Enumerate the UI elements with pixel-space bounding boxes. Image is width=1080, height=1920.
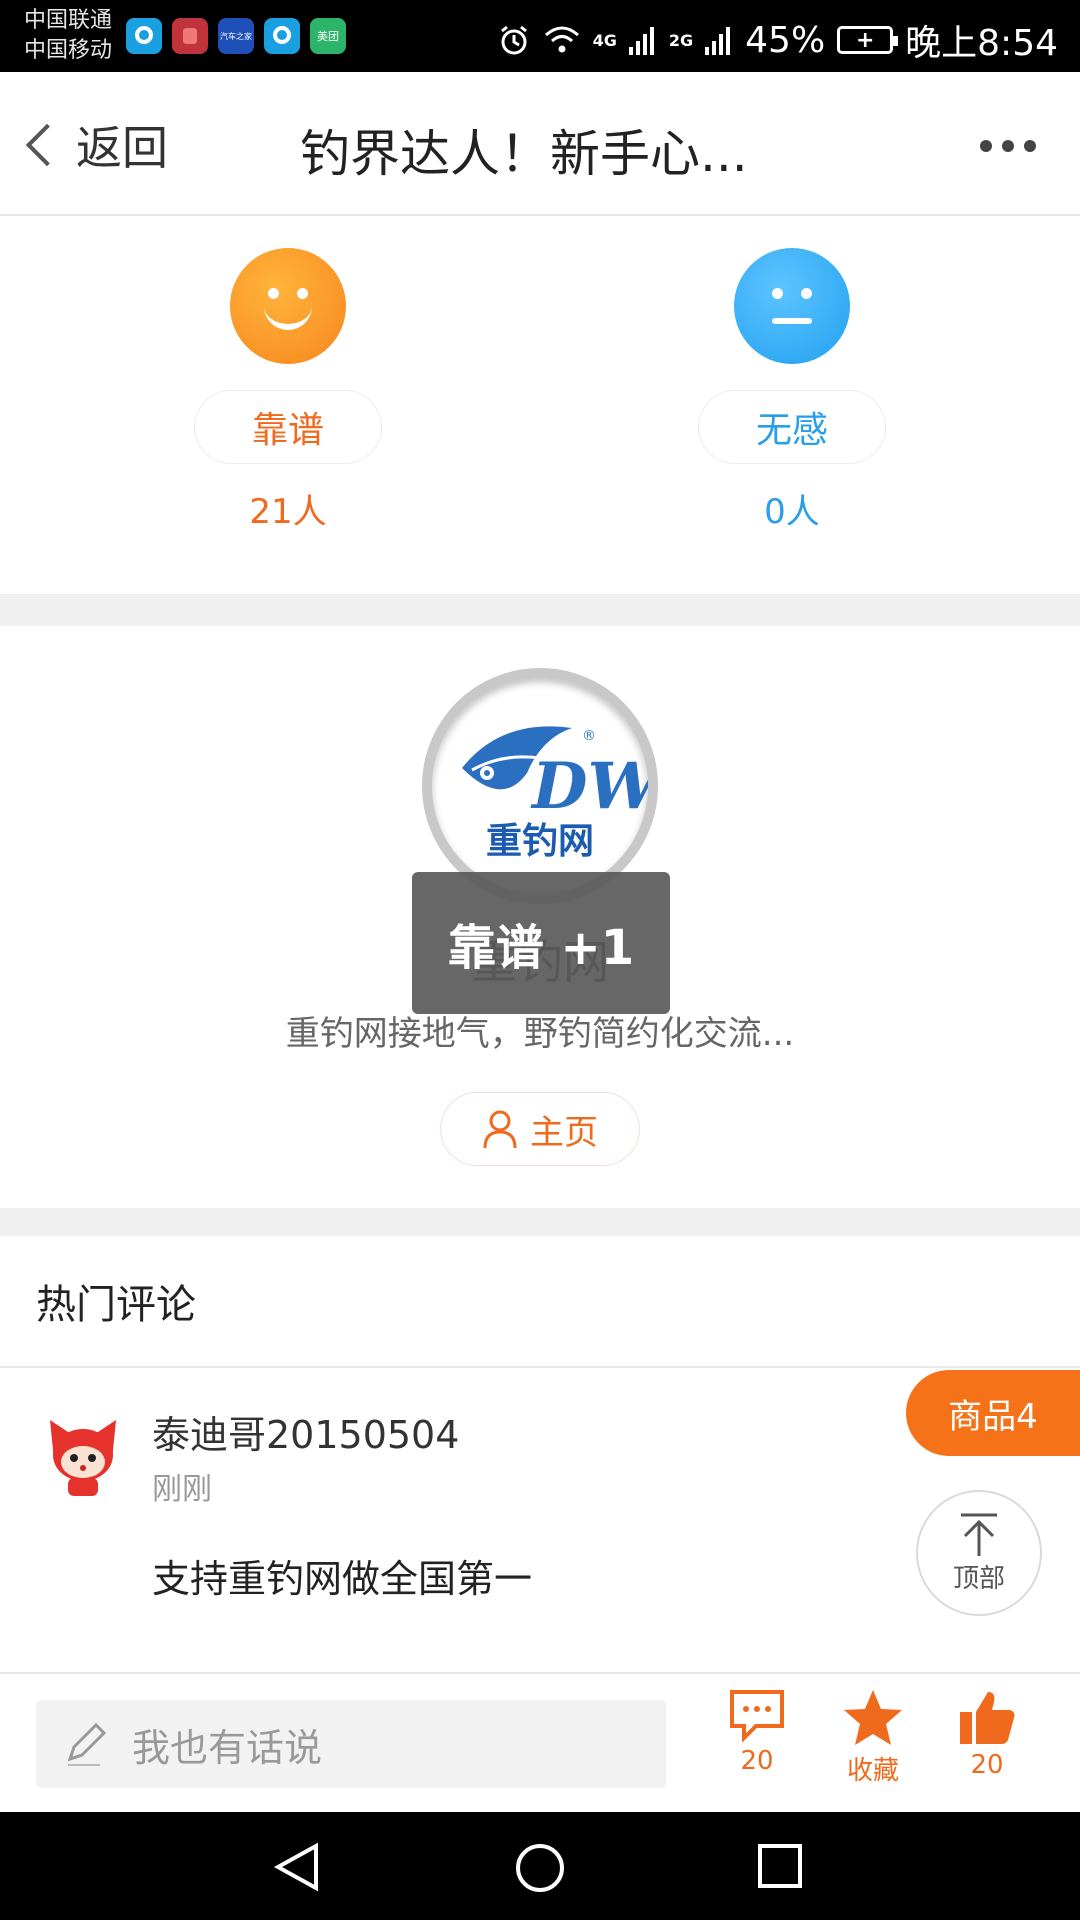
notification-icons: 汽车之家 美团: [126, 18, 346, 54]
neutral-rating-count: 0人: [764, 492, 820, 532]
alarm-icon: [500, 25, 527, 55]
section-divider-2: [0, 1208, 1080, 1236]
like-count: 20: [970, 1750, 1004, 1780]
qq-icon: [126, 18, 162, 54]
signal-1-icon: [628, 27, 654, 55]
wifi-icon: [544, 26, 579, 53]
comments-action[interactable]: 20: [712, 1688, 802, 1776]
neutral-rating-button[interactable]: 无感: [698, 390, 886, 464]
clock: 晚上8:54: [905, 23, 1058, 64]
comment-icon: [730, 1690, 784, 1742]
user-icon: [483, 1110, 517, 1149]
nav-home-icon[interactable]: [514, 1842, 566, 1894]
autohome-icon-label: 汽车之家: [220, 31, 252, 41]
neutral-face-icon[interactable]: [734, 248, 850, 364]
battery-percent: 45%: [745, 19, 826, 61]
comment-text: 支持重钓网做全国第一: [152, 1557, 533, 1601]
back-to-top-label: 顶部: [952, 1563, 1005, 1594]
comment-time: 刚刚: [152, 1472, 212, 1507]
svg-text:重钓网: 重钓网: [486, 821, 594, 862]
arrow-up-icon: [961, 1513, 997, 1556]
carrier-2: 中国移动: [24, 38, 113, 63]
comments-divider: [0, 1366, 1080, 1368]
back-to-top-button[interactable]: 顶部: [916, 1490, 1042, 1616]
good-rating-button[interactable]: 靠谱: [194, 390, 382, 464]
qq-browser-icon: [264, 18, 300, 54]
comment-input-placeholder: 我也有话说: [132, 1725, 323, 1770]
like-action[interactable]: 20: [942, 1688, 1032, 1780]
nav-back-icon[interactable]: [272, 1842, 322, 1892]
page-title: 钓界达人！新手心...: [300, 125, 748, 183]
chevron-left-icon: [25, 123, 69, 167]
bottom-action-bar: 我也有话说 20 收藏 20: [0, 1672, 1080, 1812]
home-page-button[interactable]: 主页: [440, 1092, 640, 1166]
more-menu-icon[interactable]: [980, 140, 1036, 152]
star-icon: [844, 1690, 902, 1745]
nav-recents-icon[interactable]: [756, 1842, 804, 1890]
smile-face-icon[interactable]: [230, 248, 346, 364]
rating-neutral: 无感 0人: [692, 248, 892, 533]
rating-good: 靠谱 21人: [188, 248, 388, 533]
network-4g-label: 4G: [592, 30, 617, 50]
favorite-action[interactable]: 收藏: [828, 1688, 918, 1787]
home-page-label: 主页: [530, 1112, 598, 1153]
autohome-icon: 汽车之家: [218, 18, 254, 54]
system-nav-bar: [0, 1812, 1080, 1920]
goods-button[interactable]: 商品4: [906, 1370, 1080, 1456]
section-divider: [0, 594, 1080, 626]
thumbs-up-icon: [960, 1692, 1015, 1744]
rating-section: 靠谱 21人 无感 0人: [0, 218, 1080, 594]
red-app-icon: [172, 18, 208, 54]
carrier-info: 中国联通 中国移动: [24, 6, 112, 66]
svg-text:DW: DW: [530, 749, 648, 824]
back-button[interactable]: 返回: [18, 112, 168, 178]
author-logo[interactable]: DW ® 重钓网: [422, 668, 658, 904]
meituan-icon-label: 美团: [317, 30, 339, 43]
back-label: 返回: [76, 121, 168, 175]
comment-count: 20: [740, 1746, 774, 1776]
meituan-icon: 美团: [310, 18, 346, 54]
toast-message: 靠谱 +1: [412, 872, 670, 1014]
status-bar: 中国联通 中国移动 汽车之家 美团 4G 2G 45% + 晚上8:54: [0, 0, 1080, 72]
top-nav-bar: 返回 钓界达人！新手心...: [0, 72, 1080, 216]
signal-2-icon: [705, 27, 731, 55]
battery-icon: +: [837, 26, 899, 54]
network-2g-label: 2G: [668, 30, 694, 50]
carrier-1: 中国联通: [24, 8, 113, 33]
comment-input[interactable]: 我也有话说: [36, 1700, 666, 1788]
system-status: 4G 2G 45% + 晚上8:54: [497, 14, 1058, 66]
pencil-icon: [67, 1722, 107, 1766]
avatar[interactable]: [40, 1410, 126, 1500]
hot-comments-title: 热门评论: [36, 1282, 196, 1328]
comment-username[interactable]: 泰迪哥20150504: [152, 1404, 459, 1459]
good-rating-count: 21人: [249, 492, 327, 532]
svg-text:®: ®: [582, 728, 596, 744]
fish-logo-icon: DW ® 重钓网: [462, 726, 648, 862]
favorite-label: 收藏: [846, 1756, 899, 1786]
